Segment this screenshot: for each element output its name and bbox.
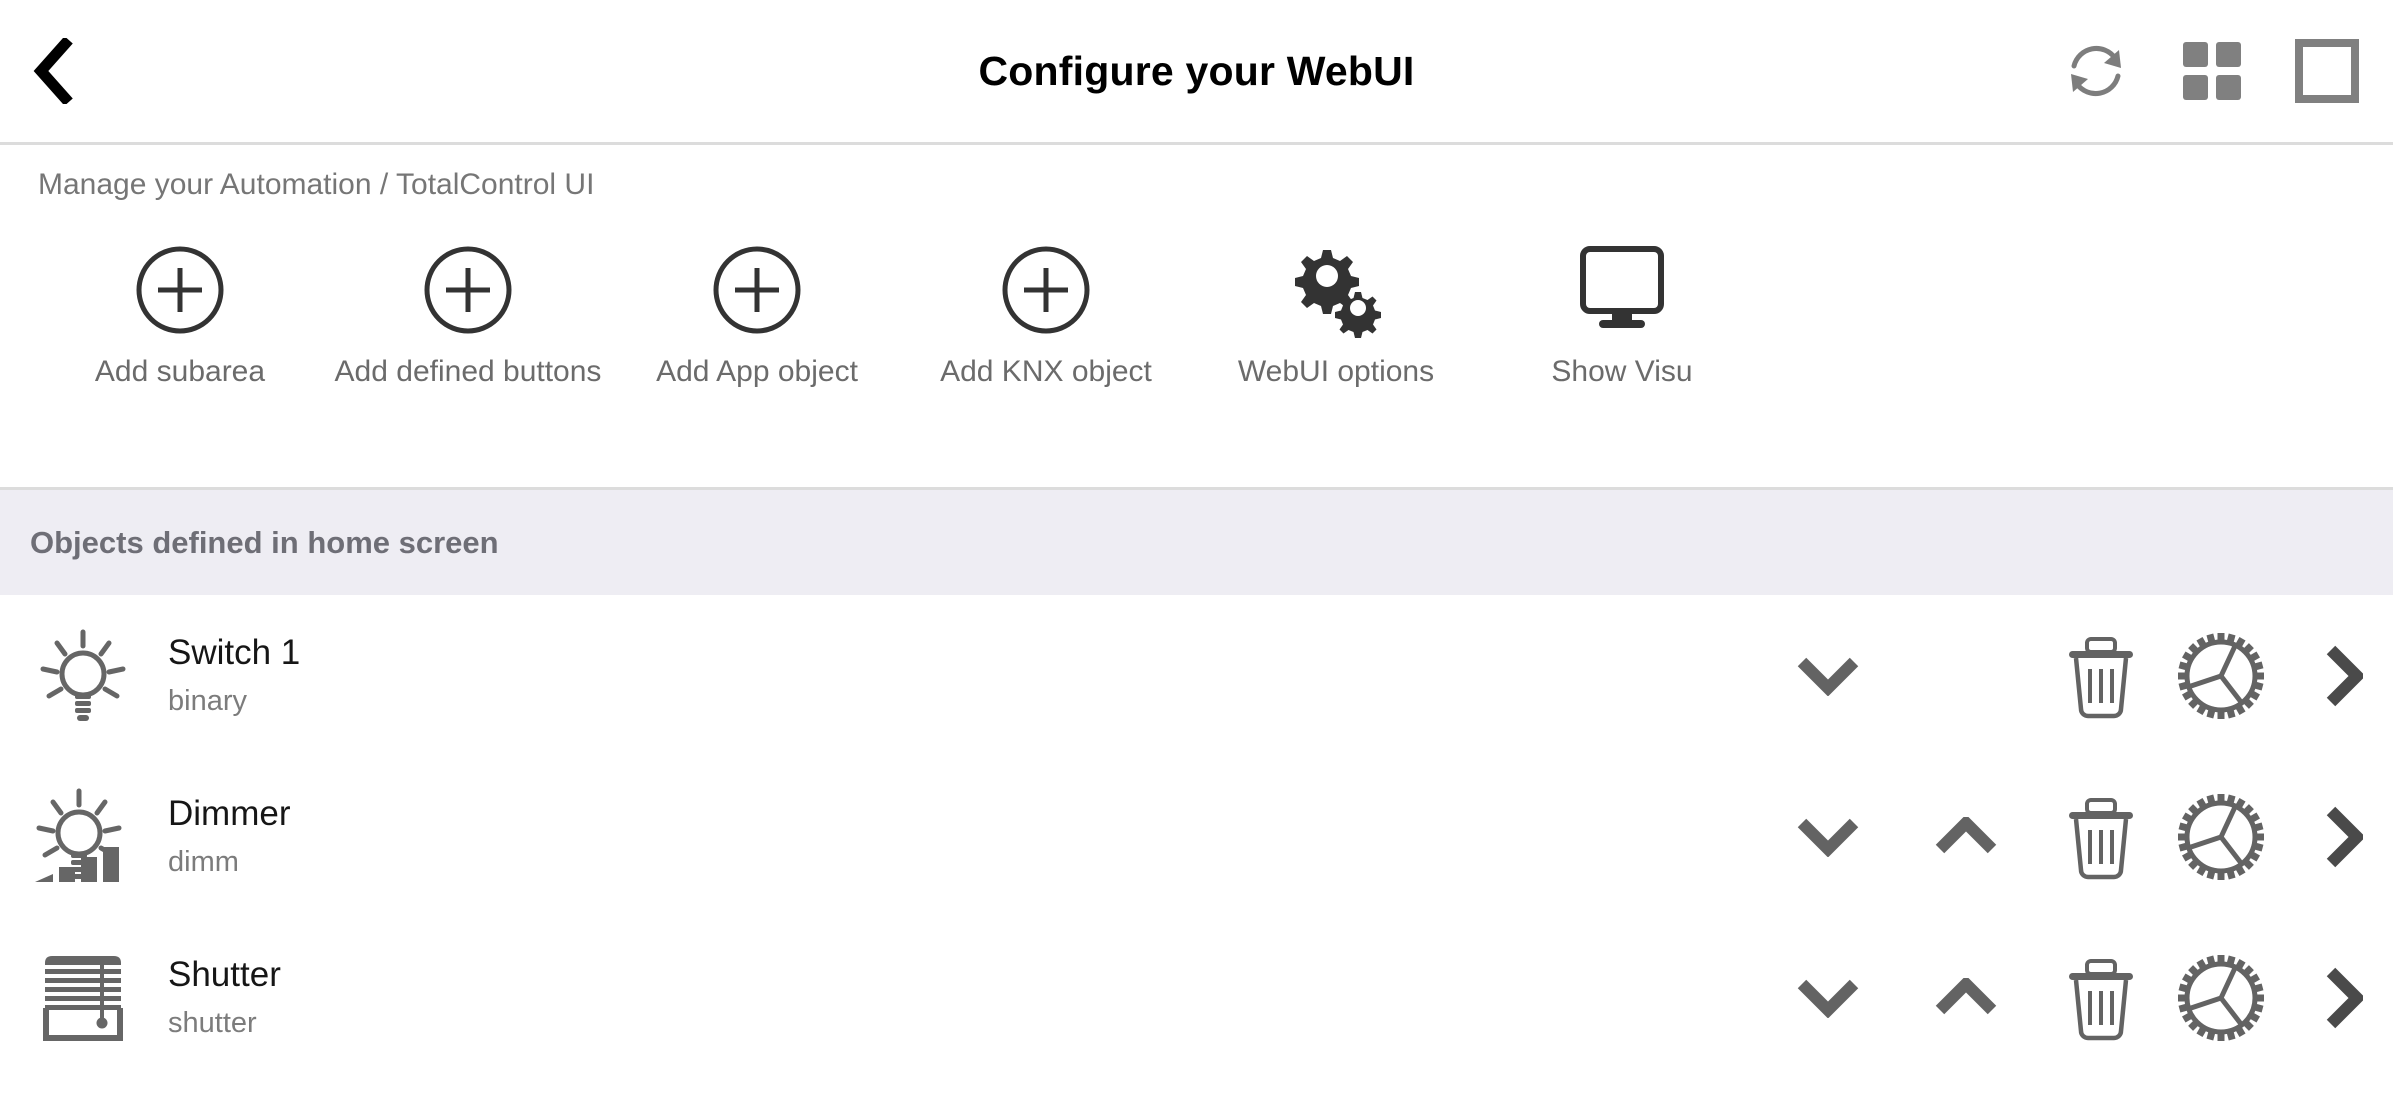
- delete-button[interactable]: [2053, 948, 2149, 1048]
- page-title: Configure your WebUI: [978, 47, 1415, 94]
- trash-icon: [2069, 636, 2133, 718]
- delete-button[interactable]: [2053, 626, 2149, 726]
- refresh-button[interactable]: [2063, 38, 2129, 104]
- object-type: binary: [168, 684, 247, 717]
- chevron-down-icon: [1797, 657, 1859, 696]
- move-up-button[interactable]: [1921, 953, 2011, 1043]
- row-actions: [1753, 756, 2393, 917]
- back-button[interactable]: [22, 31, 86, 111]
- toolbar-item-label: Add App object: [656, 355, 858, 388]
- open-button[interactable]: [2305, 952, 2381, 1044]
- move-down-button[interactable]: [1783, 792, 1873, 882]
- toolbar-item-label: Show Visu: [1551, 355, 1693, 388]
- delete-button[interactable]: [2053, 787, 2149, 887]
- cogwheel-icon: [2178, 954, 2264, 1041]
- refresh-icon: [2071, 45, 2121, 97]
- chevron-down-icon: [1797, 979, 1859, 1018]
- row-text-block: Dimmer dimm: [168, 794, 290, 878]
- add-subarea-button[interactable]: Add subarea: [30, 240, 330, 389]
- section-header: Objects defined in home screen: [0, 490, 2393, 595]
- trash-icon: [2069, 958, 2133, 1040]
- plus-circle-icon: [711, 240, 803, 340]
- grid-view-button[interactable]: [2181, 40, 2243, 102]
- trash-icon: [2069, 797, 2133, 879]
- header-actions: [2063, 38, 2359, 104]
- chevron-down-icon: [1797, 818, 1859, 857]
- open-button[interactable]: [2305, 630, 2381, 722]
- toolbar-item-label: Add defined buttons: [334, 355, 602, 388]
- toolbar: Add subarea Add defined buttons Add App …: [0, 240, 2393, 490]
- toolbar-item-label: Add KNX object: [940, 355, 1152, 388]
- gears-icon: [1283, 240, 1389, 340]
- chevron-up-icon: [1935, 816, 1997, 853]
- dimmer-icon: [18, 785, 148, 889]
- chevron-up-icon: [1935, 977, 1997, 1014]
- table-row[interactable]: Dimmer dimm: [0, 756, 2393, 917]
- object-type: shutter: [168, 1006, 257, 1039]
- row-text-block: Shutter shutter: [168, 955, 281, 1039]
- webui-options-button[interactable]: WebUI options: [1186, 240, 1486, 389]
- app-header: Configure your WebUI: [0, 0, 2393, 145]
- lightbulb-icon: [18, 624, 148, 728]
- settings-button[interactable]: [2171, 787, 2271, 887]
- settings-button[interactable]: [2171, 948, 2271, 1048]
- single-view-button[interactable]: [2295, 39, 2359, 103]
- move-down-button[interactable]: [1783, 631, 1873, 721]
- grid-view-icon: [2183, 42, 2241, 100]
- cogwheel-icon: [2178, 793, 2264, 880]
- row-actions: [1753, 595, 2393, 756]
- open-button[interactable]: [2305, 791, 2381, 883]
- toolbar-item-label: Add subarea: [94, 355, 266, 388]
- add-app-object-button[interactable]: Add App object: [607, 240, 907, 389]
- table-row[interactable]: Shutter shutter: [0, 917, 2393, 1078]
- object-name: Switch 1: [168, 633, 301, 673]
- show-visu-button[interactable]: Show Visu: [1472, 240, 1772, 389]
- row-text-block: Switch 1 binary: [168, 633, 300, 717]
- object-name: Shutter: [168, 955, 281, 995]
- cogwheel-icon: [2178, 632, 2264, 719]
- move-up-button[interactable]: [1921, 792, 2011, 882]
- chevron-right-icon: [2326, 806, 2363, 867]
- monitor-icon: [1567, 240, 1677, 340]
- plus-circle-icon: [422, 240, 514, 340]
- settings-button[interactable]: [2171, 626, 2271, 726]
- table-row[interactable]: Switch 1 binary: [0, 595, 2393, 756]
- object-type: dimm: [168, 845, 239, 878]
- add-defined-buttons-button[interactable]: Add defined buttons: [318, 240, 618, 389]
- add-knx-object-button[interactable]: Add KNX object: [896, 240, 1196, 389]
- chevron-left-icon: [33, 38, 73, 104]
- breadcrumb: Manage your Automation / TotalControl UI: [38, 168, 595, 201]
- plus-circle-icon: [134, 240, 226, 340]
- plus-circle-icon: [1000, 240, 1092, 340]
- toolbar-item-label: WebUI options: [1237, 355, 1435, 388]
- row-actions: [1753, 917, 2393, 1078]
- square-outline-icon: [2295, 39, 2359, 103]
- move-down-button[interactable]: [1783, 953, 1873, 1043]
- chevron-right-icon: [2326, 645, 2363, 706]
- blinds-icon: [18, 950, 148, 1046]
- object-name: Dimmer: [168, 794, 291, 834]
- section-title: Objects defined in home screen: [30, 524, 499, 560]
- chevron-right-icon: [2326, 967, 2363, 1028]
- object-list: Switch 1 binary Dimmer dimm Shutter shut…: [0, 595, 2393, 1078]
